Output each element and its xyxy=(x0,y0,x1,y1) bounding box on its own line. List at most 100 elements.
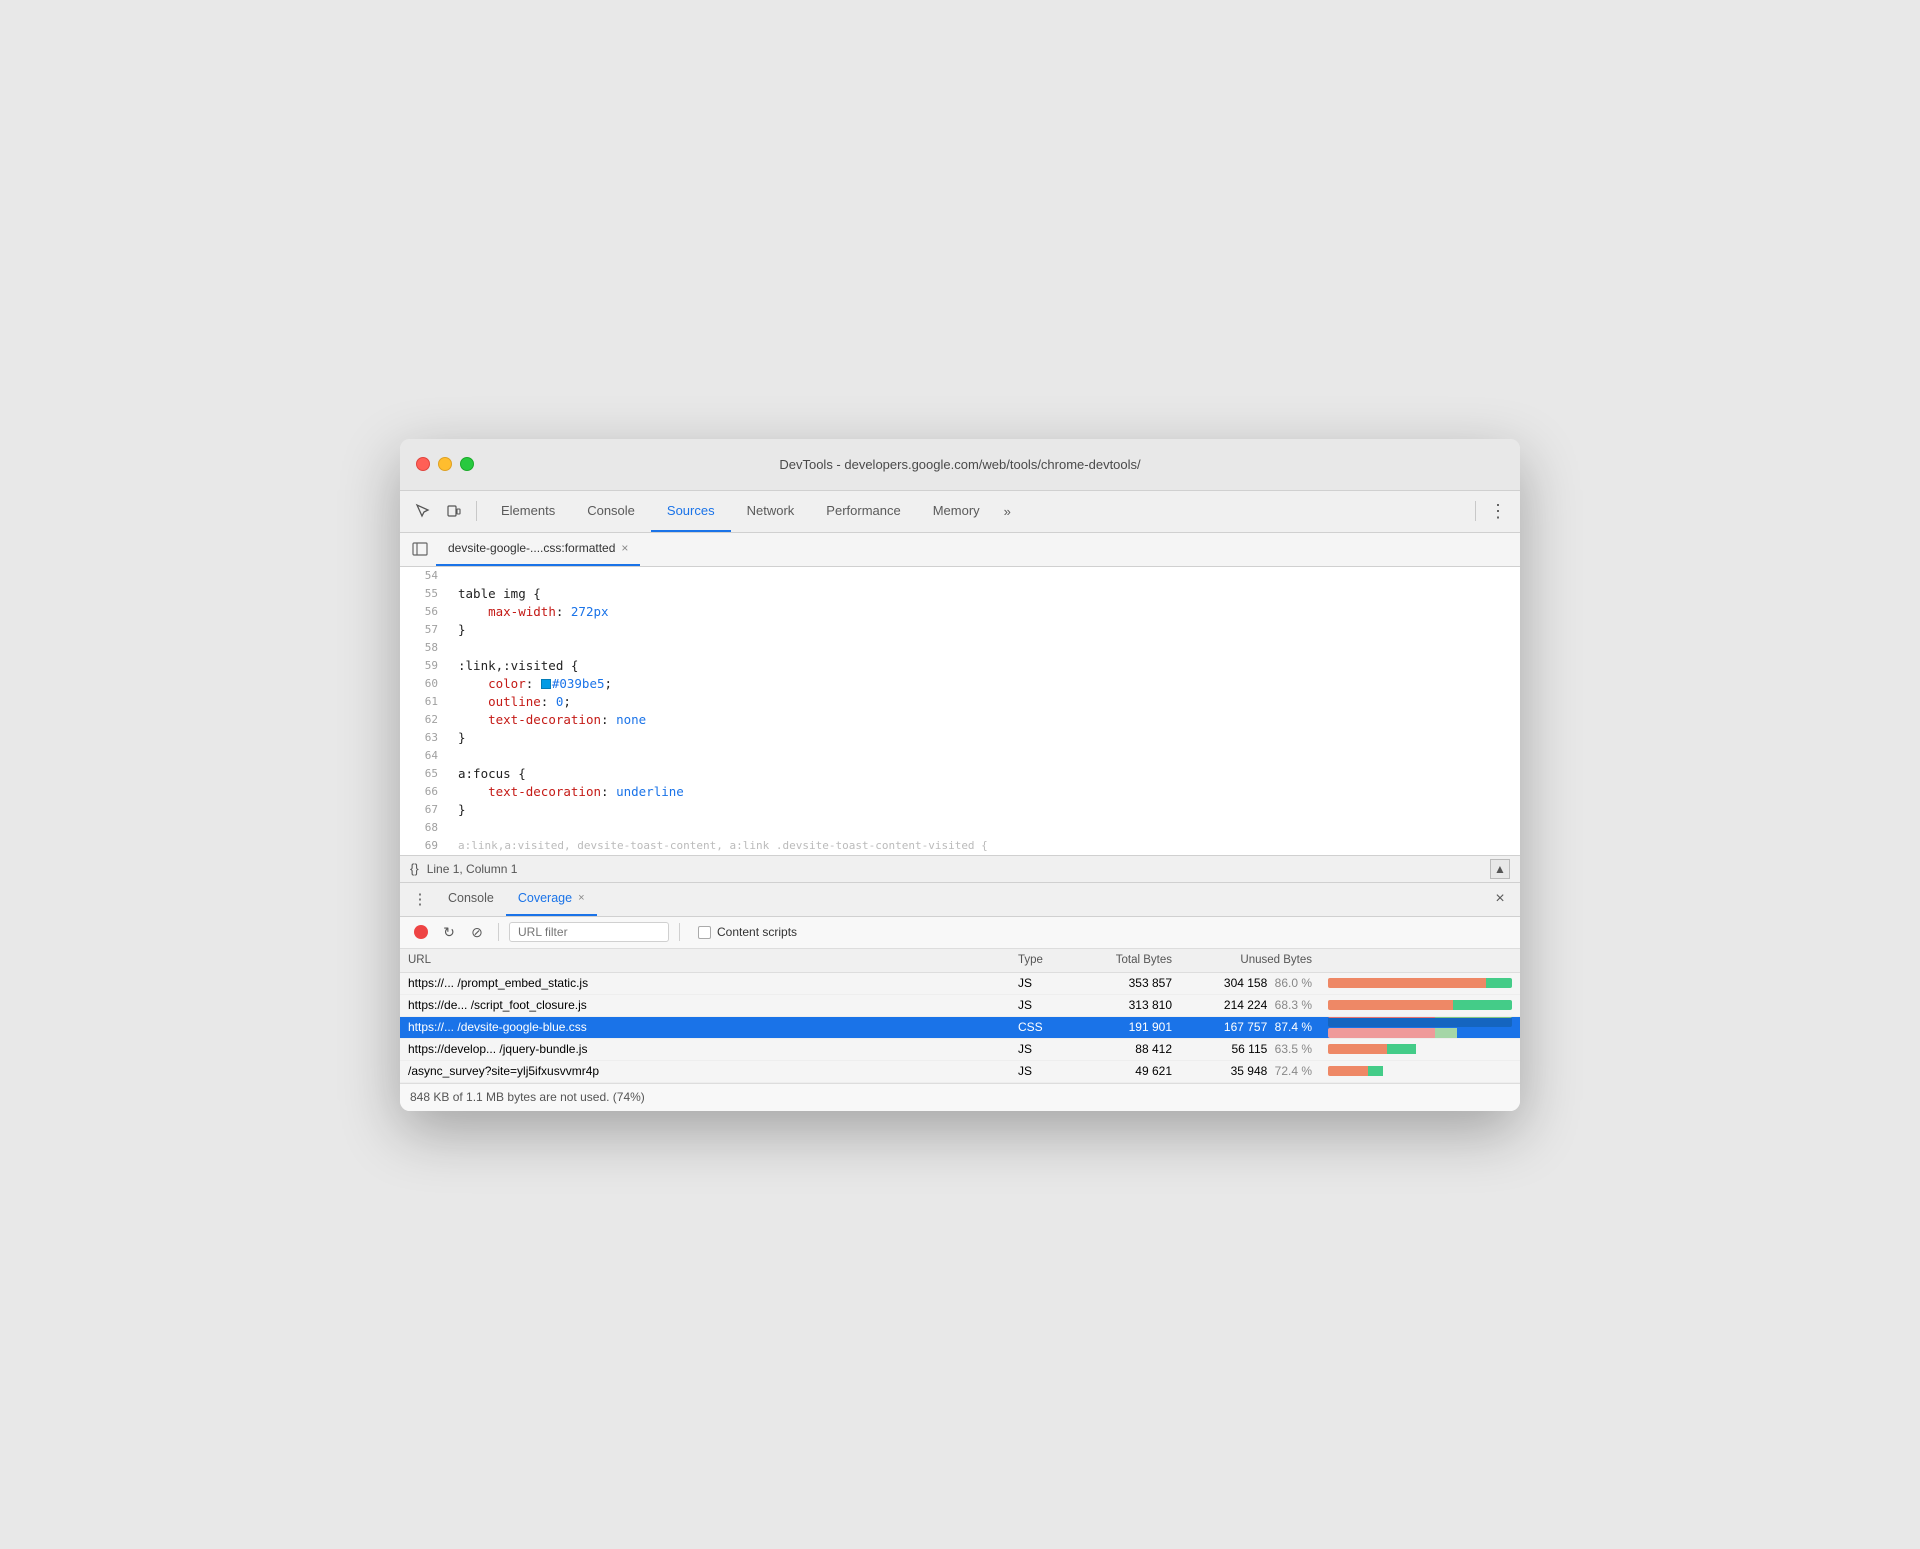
row-type: JS xyxy=(1010,1064,1070,1078)
tab-console-bottom[interactable]: Console xyxy=(436,883,506,916)
row-url: https://develop... /jquery-bundle.js xyxy=(400,1042,1010,1056)
close-button[interactable] xyxy=(416,457,430,471)
usage-bar xyxy=(1328,1066,1512,1076)
row-url: https://de... /script_foot_closure.js xyxy=(400,998,1010,1012)
table-row[interactable]: /async_survey?site=ylj5ifxusvvmr4p JS 49… xyxy=(400,1061,1520,1083)
row-type: CSS xyxy=(1010,1020,1070,1034)
status-bar: {} Line 1, Column 1 ▲ xyxy=(400,855,1520,883)
bar-unused xyxy=(1328,1044,1387,1054)
record-button[interactable] xyxy=(410,921,432,943)
tab-console[interactable]: Console xyxy=(571,491,651,532)
tab-list: Elements Console Sources Network Perform… xyxy=(485,491,1467,532)
code-line-64: 64 xyxy=(400,747,1520,765)
table-row[interactable]: https://develop... /jquery-bundle.js JS … xyxy=(400,1039,1520,1061)
tab-elements[interactable]: Elements xyxy=(485,491,571,532)
file-tab-close[interactable]: × xyxy=(621,542,628,554)
coverage-toolbar: ↻ ⊘ Content scripts xyxy=(400,917,1520,949)
bottom-panel: ⋮ Console Coverage × × ↻ ⊘ xyxy=(400,883,1520,1111)
bottom-more-options[interactable]: ⋮ xyxy=(408,887,432,911)
traffic-lights xyxy=(416,457,474,471)
header-total-bytes: Total Bytes xyxy=(1070,954,1180,966)
sidebar-toggle-icon[interactable] xyxy=(408,537,432,561)
footer-text: 848 KB of 1.1 MB bytes are not used. (74… xyxy=(410,1090,645,1104)
code-line-58: 58 xyxy=(400,639,1520,657)
code-line-65: 65 a:focus { xyxy=(400,765,1520,783)
cov-divider-2 xyxy=(679,923,680,941)
inspect-icon[interactable] xyxy=(408,497,436,525)
bottom-tab-list: Console Coverage × xyxy=(436,883,1484,916)
record-dot-icon xyxy=(414,925,428,939)
window-title: DevTools - developers.google.com/web/too… xyxy=(779,457,1140,472)
maximize-button[interactable] xyxy=(460,457,474,471)
file-tab[interactable]: devsite-google-....css:formatted × xyxy=(436,533,640,566)
code-line-57: 57 } xyxy=(400,621,1520,639)
tab-network[interactable]: Network xyxy=(731,491,811,532)
code-line-68: 68 xyxy=(400,819,1520,837)
device-icon[interactable] xyxy=(440,497,468,525)
row-unused: 35 948 72.4 % xyxy=(1180,1064,1320,1078)
header-unused-bytes: Unused Bytes xyxy=(1180,954,1320,966)
row-unused: 56 115 63.5 % xyxy=(1180,1042,1320,1056)
toolbar-divider xyxy=(476,501,477,521)
row-unused: 304 158 86.0 % xyxy=(1180,976,1320,990)
title-bar: DevTools - developers.google.com/web/too… xyxy=(400,439,1520,491)
code-line-69: 69 a:link,a:visited, devsite-toast-conte… xyxy=(400,837,1520,855)
row-url: https://... /prompt_embed_static.js xyxy=(400,976,1010,990)
code-line-67: 67 } xyxy=(400,801,1520,819)
url-filter-input[interactable] xyxy=(509,922,669,942)
file-tab-bar: devsite-google-....css:formatted × xyxy=(400,533,1520,567)
code-line-60: 60 color: #039be5; xyxy=(400,675,1520,693)
code-line-54: 54 xyxy=(400,567,1520,585)
coverage-tab-close[interactable]: × xyxy=(578,892,584,904)
tab-performance[interactable]: Performance xyxy=(810,491,916,532)
bar-unused xyxy=(1328,1000,1453,1010)
tab-more[interactable]: » xyxy=(996,491,1019,532)
code-line-56: 56 max-width: 272px xyxy=(400,603,1520,621)
bar-used xyxy=(1368,1066,1383,1076)
minimize-button[interactable] xyxy=(438,457,452,471)
more-options-button[interactable]: ⋮ xyxy=(1484,497,1512,525)
row-total: 88 412 xyxy=(1070,1042,1180,1056)
devtools-window: DevTools - developers.google.com/web/too… xyxy=(400,439,1520,1111)
cov-divider xyxy=(498,923,499,941)
table-row[interactable]: https://... /devsite-google-blue.css CSS… xyxy=(400,1017,1520,1039)
code-line-66: 66 text-decoration: underline xyxy=(400,783,1520,801)
code-lines: 54 55 table img { 56 max-width: 272px 57 xyxy=(400,567,1520,855)
coverage-table: URL Type Total Bytes Unused Bytes https:… xyxy=(400,949,1520,1083)
pretty-print-icon[interactable]: {} xyxy=(410,861,419,876)
usage-bar xyxy=(1328,1017,1512,1027)
code-line-62: 62 text-decoration: none xyxy=(400,711,1520,729)
row-type: JS xyxy=(1010,1042,1070,1056)
cursor-position: Line 1, Column 1 xyxy=(427,862,1482,876)
content-scripts-label[interactable]: Content scripts xyxy=(698,925,797,939)
table-row[interactable]: https://de... /script_foot_closure.js JS… xyxy=(400,995,1520,1017)
tab-sources[interactable]: Sources xyxy=(651,491,731,532)
bar-used xyxy=(1387,1044,1416,1054)
row-bar xyxy=(1320,978,1520,988)
row-bar xyxy=(1320,1000,1520,1010)
row-type: JS xyxy=(1010,998,1070,1012)
coverage-footer: 848 KB of 1.1 MB bytes are not used. (74… xyxy=(400,1083,1520,1111)
tab-memory[interactable]: Memory xyxy=(917,491,996,532)
content-scripts-checkbox[interactable] xyxy=(698,926,711,939)
close-panel-button[interactable]: × xyxy=(1488,887,1512,911)
usage-bar xyxy=(1328,978,1512,988)
block-icon: ⊘ xyxy=(471,924,483,941)
bar-unused-blue xyxy=(1328,1017,1435,1018)
row-unused: 167 757 87.4 % xyxy=(1180,1020,1320,1034)
refresh-button[interactable]: ↻ xyxy=(438,921,460,943)
bar-used xyxy=(1435,1017,1512,1018)
code-line-59: 59 :link,:visited { xyxy=(400,657,1520,675)
row-total: 191 901 xyxy=(1070,1020,1180,1034)
code-line-61: 61 outline: 0; xyxy=(400,693,1520,711)
block-button[interactable]: ⊘ xyxy=(466,921,488,943)
row-total: 313 810 xyxy=(1070,998,1180,1012)
file-tab-name: devsite-google-....css:formatted xyxy=(448,541,615,555)
tab-coverage[interactable]: Coverage × xyxy=(506,883,597,916)
refresh-icon: ↻ xyxy=(443,924,455,941)
usage-bar xyxy=(1328,1044,1512,1054)
code-editor[interactable]: 54 55 table img { 56 max-width: 272px 57 xyxy=(400,567,1520,855)
table-row[interactable]: https://... /prompt_embed_static.js JS 3… xyxy=(400,973,1520,995)
scroll-to-top-icon[interactable]: ▲ xyxy=(1490,859,1510,879)
row-url: /async_survey?site=ylj5ifxusvvmr4p xyxy=(400,1064,1010,1078)
